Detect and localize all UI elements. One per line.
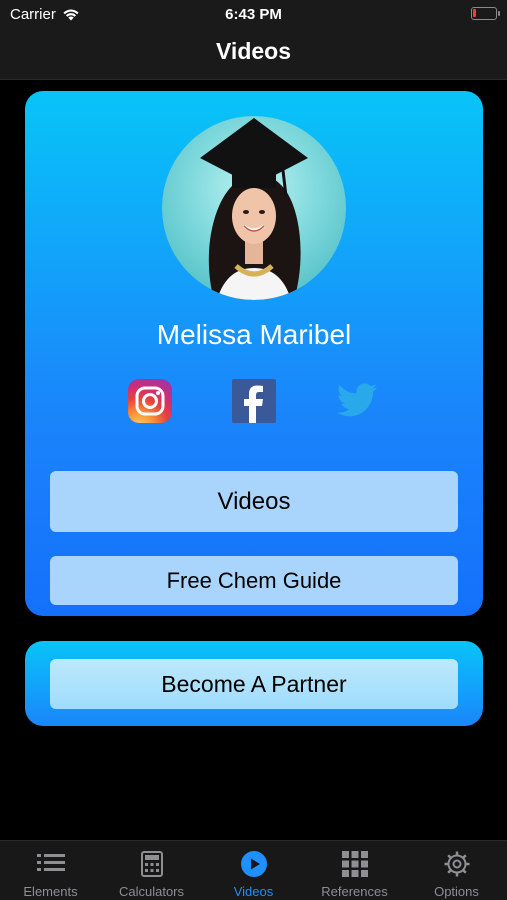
profile-name: Melissa Maribel [156,319,352,350]
instagram-glyph [135,386,165,416]
twitter-glyph [336,383,378,417]
instagram-icon[interactable] [128,379,172,423]
tab-videos[interactable]: Videos [203,841,304,900]
navigation-bar: Videos [0,28,507,80]
profile-card: Melissa Maribel Videos Free Chem Guide [25,91,483,616]
twitter-icon[interactable] [335,379,379,423]
tab-elements[interactable]: Elements [0,841,101,900]
facebook-icon[interactable] [232,379,276,423]
tab-calculators[interactable]: Calculators [101,841,202,900]
videos-button[interactable]: Videos [50,471,458,532]
partner-card: Become A Partner [25,641,483,726]
calculator-icon [140,851,163,877]
tab-references[interactable]: References [304,841,405,900]
tab-label: References [321,884,388,899]
graduation-portrait-icon [200,118,308,300]
battery-level [473,9,476,17]
tab-options[interactable]: Options [406,841,507,900]
free-chem-guide-button[interactable]: Free Chem Guide [50,556,458,605]
facebook-glyph [244,385,263,423]
avatar [162,116,346,300]
tab-label: Videos [233,884,274,899]
tab-label: Calculators [118,884,185,899]
grid-icon [341,851,368,877]
become-partner-button[interactable]: Become A Partner [50,659,458,709]
tab-label: Elements [23,884,78,899]
status-bar: Carrier 6:43 PM [0,0,507,28]
gear-icon [444,851,469,877]
list-icon [36,854,65,871]
clock: 6:43 PM [225,6,282,23]
page-title: Videos [216,38,291,64]
play-icon [240,851,267,877]
battery-icon [471,7,500,20]
tab-label: Options [434,884,479,899]
tab-bar: Elements Calculators Videos References O… [0,840,507,900]
